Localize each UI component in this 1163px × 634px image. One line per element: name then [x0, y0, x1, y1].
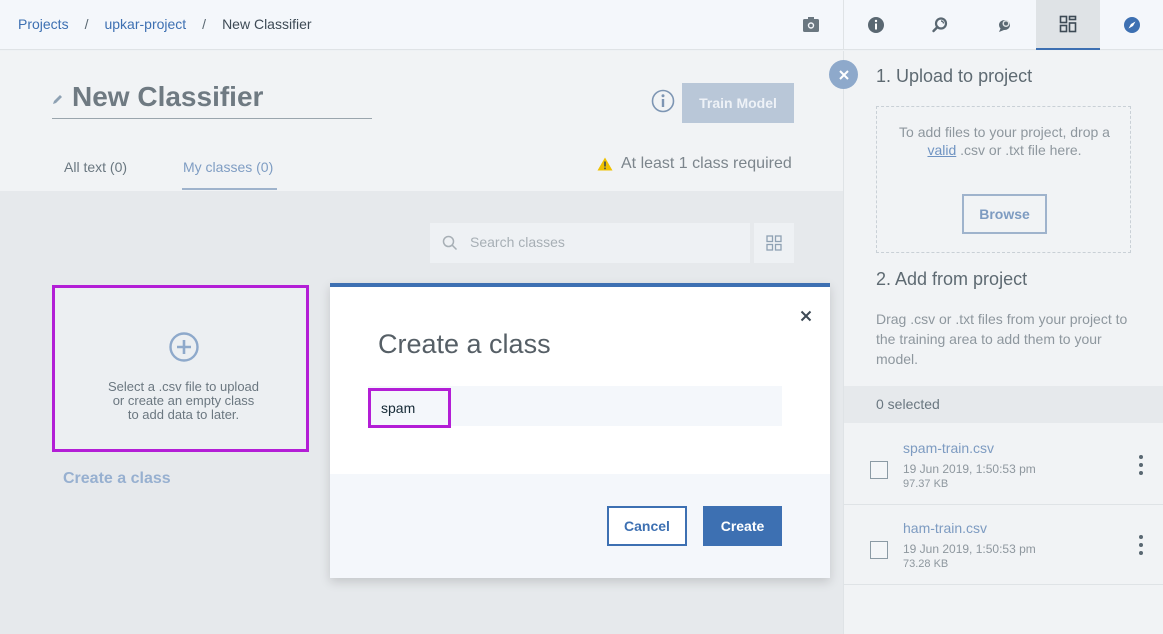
breadcrumb-project[interactable]: upkar-project — [104, 16, 186, 32]
search-tool-icon — [932, 17, 948, 33]
dropzone-text-end: .csv or .txt file here. — [960, 142, 1082, 158]
compass-tool[interactable] — [1100, 0, 1163, 50]
info-tool[interactable] — [844, 0, 908, 50]
info-icon — [868, 17, 884, 33]
create-class-modal: Create a class Cancel Create — [330, 283, 830, 578]
file-date: 19 Jun 2019, 1:50:53 pm — [903, 462, 1036, 476]
modal-title: Create a class — [378, 329, 551, 359]
search-icon — [442, 235, 458, 251]
page-title[interactable]: New Classifier — [72, 81, 263, 113]
camera-icon[interactable] — [802, 16, 820, 34]
card-line: or create an empty class — [112, 393, 255, 408]
close-icon[interactable] — [800, 310, 812, 322]
class-name-input[interactable] — [368, 388, 451, 428]
search-input[interactable] — [470, 234, 730, 250]
valid-link[interactable]: valid — [927, 142, 956, 158]
data-panel: 1. Upload to project To add files to you… — [843, 51, 1163, 634]
grid-icon — [1059, 15, 1077, 33]
file-item[interactable]: ham-train.csv 19 Jun 2019, 1:50:53 pm 73… — [844, 506, 1163, 585]
add-heading: 2. Add from project — [876, 269, 1028, 289]
file-checkbox[interactable] — [870, 541, 888, 559]
tab-all-text[interactable]: All text (0) — [64, 159, 127, 175]
search-box — [430, 223, 750, 263]
classifier-header: New Classifier Train Model All text (0) … — [0, 51, 843, 191]
dropzone-text-start: To add files to your project, drop a — [899, 124, 1110, 140]
card-description: Select a .csv file to upload or create a… — [75, 380, 292, 422]
close-icon — [838, 69, 849, 80]
cancel-button[interactable]: Cancel — [607, 506, 687, 546]
comment-tool[interactable] — [972, 0, 1036, 50]
browse-button[interactable]: Browse — [962, 194, 1047, 234]
breadcrumb-separator: / — [202, 16, 207, 32]
grid-view-icon — [766, 235, 782, 251]
class-warning: At least 1 class required — [597, 155, 792, 173]
breadcrumb-current: New Classifier — [222, 16, 312, 32]
file-checkbox[interactable] — [870, 461, 888, 479]
breadcrumb-projects[interactable]: Projects — [18, 16, 69, 32]
card-line: Select a .csv file to upload — [107, 379, 260, 394]
compass-icon — [1124, 17, 1140, 33]
warning-text: At least 1 class required — [621, 155, 792, 172]
dropzone-text: To add files to your project, drop a val… — [887, 123, 1122, 159]
file-item[interactable]: spam-train.csv 19 Jun 2019, 1:50:53 pm 9… — [844, 426, 1163, 505]
grid-tool[interactable] — [1036, 0, 1100, 50]
title-field[interactable]: New Classifier — [52, 81, 372, 119]
tab-my-classes[interactable]: My classes (0) — [183, 159, 273, 175]
grid-view-button[interactable] — [754, 223, 794, 263]
train-model-button[interactable]: Train Model — [682, 83, 794, 123]
modal-footer: Cancel Create — [330, 474, 830, 578]
upload-heading: 1. Upload to project — [876, 66, 1033, 86]
file-name[interactable]: ham-train.csv — [903, 520, 987, 536]
file-name[interactable]: spam-train.csv — [903, 440, 994, 456]
kebab-icon[interactable] — [1138, 534, 1144, 556]
card-line: to add data to later. — [127, 407, 240, 422]
panel-close-button[interactable] — [829, 60, 858, 89]
file-date: 19 Jun 2019, 1:50:53 pm — [903, 542, 1036, 556]
selected-count: 0 selected — [844, 386, 1163, 423]
breadcrumb: Projects / upkar-project / New Classifie… — [18, 16, 312, 32]
tool-bar — [843, 0, 1163, 50]
top-bar: Projects / upkar-project / New Classifie… — [0, 0, 843, 50]
create-class-card[interactable]: Select a .csv file to upload or create a… — [52, 285, 309, 452]
kebab-icon[interactable] — [1138, 454, 1144, 476]
comment-icon — [999, 20, 1010, 32]
breadcrumb-separator: / — [84, 16, 89, 32]
file-dropzone[interactable]: To add files to your project, drop a val… — [876, 106, 1131, 253]
tab-active-indicator — [182, 188, 277, 190]
class-name-field[interactable] — [368, 386, 782, 428]
warning-icon — [597, 157, 613, 171]
add-description: Drag .csv or .txt files from your projec… — [876, 311, 1128, 367]
pencil-icon — [53, 95, 62, 104]
create-button[interactable]: Create — [703, 506, 782, 546]
search-tool[interactable] — [908, 0, 972, 50]
create-class-link[interactable]: Create a class — [63, 470, 171, 488]
file-size: 97.37 KB — [903, 478, 949, 490]
file-size: 73.28 KB — [903, 558, 949, 570]
info-icon[interactable] — [651, 89, 675, 113]
plus-circle-icon — [169, 332, 199, 362]
